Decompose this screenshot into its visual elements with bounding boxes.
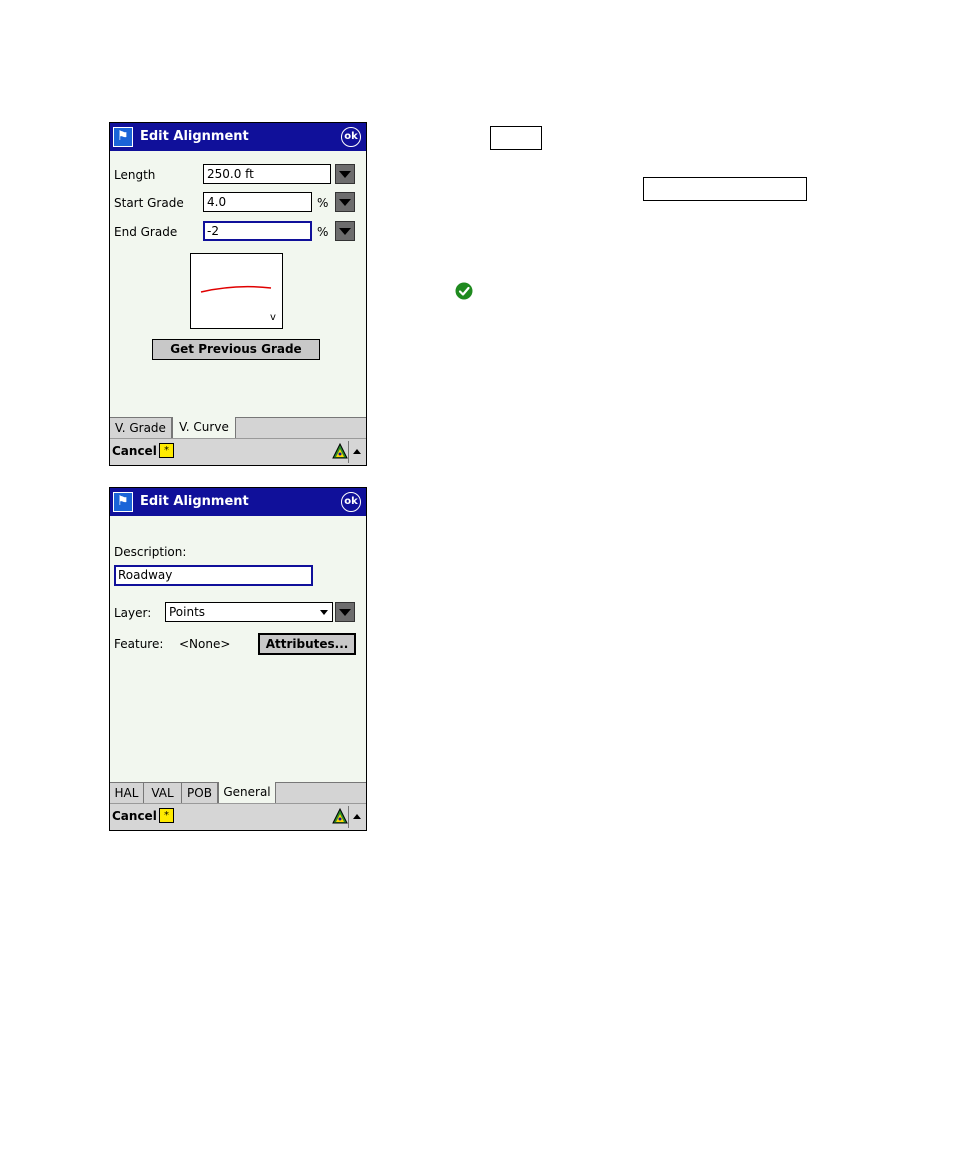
end-grade-label: End Grade bbox=[114, 225, 178, 239]
title-bar: ⚑ Edit Alignment ok bbox=[110, 488, 366, 516]
length-label: Length bbox=[114, 168, 156, 182]
get-previous-grade-callout-box bbox=[643, 177, 807, 201]
edit-alignment-vcurve-screen: ⚑ Edit Alignment ok Length 250.0 ft Star… bbox=[109, 122, 367, 466]
length-dropdown-button[interactable] bbox=[335, 164, 355, 184]
tab-general[interactable]: General bbox=[218, 782, 276, 803]
start-grade-label: Start Grade bbox=[114, 196, 184, 210]
tab-strip: HAL VAL POB General bbox=[110, 782, 366, 803]
edit-alignment-general-screen: ⚑ Edit Alignment ok Description: Roadway… bbox=[109, 487, 367, 831]
preview-marker: v bbox=[270, 312, 276, 323]
window-title: Edit Alignment bbox=[140, 494, 249, 509]
start-grade-dropdown-button[interactable] bbox=[335, 192, 355, 212]
description-input[interactable]: Roadway bbox=[114, 565, 313, 586]
start-grade-input[interactable]: 4.0 bbox=[203, 192, 312, 212]
start-menu-icon[interactable]: ⚑ bbox=[113, 127, 133, 147]
end-grade-dropdown-button[interactable] bbox=[335, 221, 355, 241]
description-label: Description: bbox=[114, 545, 187, 559]
tab-v-grade[interactable]: V. Grade bbox=[110, 418, 172, 438]
vertical-curve-line bbox=[200, 285, 272, 293]
command-bar: Cancel * bbox=[110, 438, 366, 465]
window-title: Edit Alignment bbox=[140, 129, 249, 144]
survey-triangle-icon[interactable] bbox=[332, 443, 348, 459]
vertical-curve-preview: v bbox=[190, 253, 283, 329]
start-grade-percent: % bbox=[317, 196, 329, 210]
layer-dropdown-button[interactable] bbox=[335, 602, 355, 622]
tab-hal[interactable]: HAL bbox=[110, 783, 144, 803]
survey-triangle-icon[interactable] bbox=[332, 808, 348, 824]
tab-strip: V. Grade V. Curve bbox=[110, 417, 366, 438]
tab-pob[interactable]: POB bbox=[182, 783, 218, 803]
length-input[interactable]: 250.0 ft bbox=[203, 164, 331, 184]
tab-val[interactable]: VAL bbox=[144, 783, 182, 803]
layer-select[interactable]: Points bbox=[165, 602, 333, 622]
ok-button[interactable]: ok bbox=[341, 492, 361, 512]
title-bar: ⚑ Edit Alignment ok bbox=[110, 123, 366, 151]
keyboard-sip-icon[interactable]: * bbox=[159, 808, 174, 823]
attributes-button[interactable]: Attributes... bbox=[258, 633, 356, 655]
cancel-button[interactable]: Cancel bbox=[112, 444, 157, 458]
end-grade-input[interactable]: -2 bbox=[203, 221, 312, 241]
feature-label: Feature: bbox=[114, 637, 164, 651]
cancel-button[interactable]: Cancel bbox=[112, 809, 157, 823]
end-grade-percent: % bbox=[317, 225, 329, 239]
layer-value: Points bbox=[169, 605, 206, 619]
ok-button[interactable]: ok bbox=[341, 127, 361, 147]
keyboard-sip-icon[interactable]: * bbox=[159, 443, 174, 458]
command-bar-separator bbox=[348, 806, 349, 828]
feature-value: <None> bbox=[179, 637, 231, 651]
chevron-down-icon bbox=[320, 610, 328, 615]
menu-up-arrow-icon[interactable] bbox=[353, 449, 361, 454]
start-menu-icon[interactable]: ⚑ bbox=[113, 492, 133, 512]
check-icon bbox=[455, 282, 473, 300]
command-bar: Cancel * bbox=[110, 803, 366, 830]
command-bar-separator bbox=[348, 441, 349, 463]
layer-label: Layer: bbox=[114, 606, 152, 620]
tab-v-curve[interactable]: V. Curve bbox=[172, 417, 236, 438]
ok-button-callout-box bbox=[490, 126, 542, 150]
get-previous-grade-button[interactable]: Get Previous Grade bbox=[152, 339, 320, 360]
menu-up-arrow-icon[interactable] bbox=[353, 814, 361, 819]
